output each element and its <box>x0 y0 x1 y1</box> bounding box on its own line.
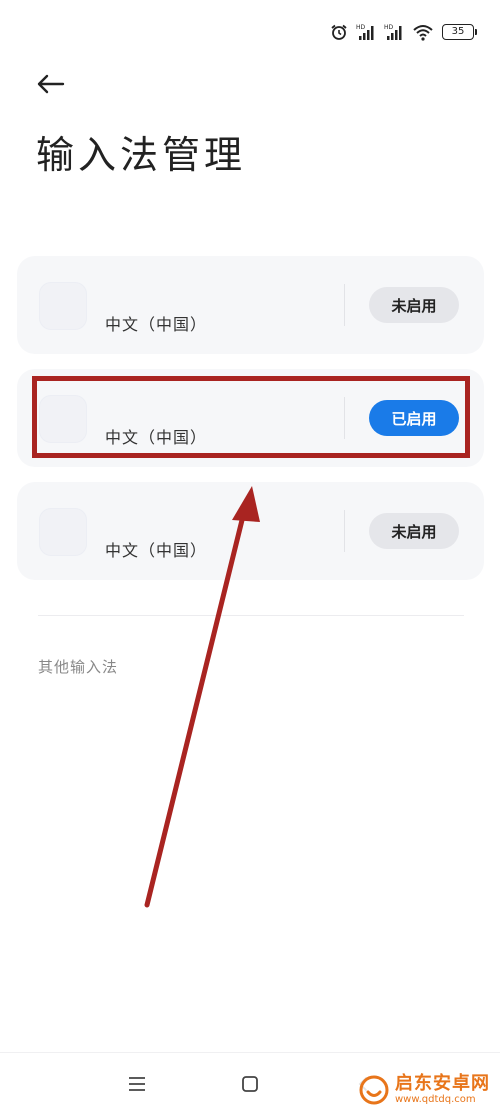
hd-signal-icon: HD <box>356 24 374 40</box>
input-method-card-3[interactable]: 中文（中国） 未启用 <box>17 482 484 580</box>
enable-toggle-button[interactable]: 未启用 <box>369 513 459 549</box>
other-input-methods-label: 其他输入法 <box>38 658 119 676</box>
divider <box>344 284 345 326</box>
input-method-locale: 中文（中国） <box>105 315 208 334</box>
watermark-logo-icon <box>359 1075 389 1105</box>
arrow-left-icon <box>37 74 65 94</box>
battery-icon: 35 <box>442 24 477 40</box>
home-icon <box>242 1076 258 1092</box>
battery-level: 35 <box>451 26 465 37</box>
watermark-url: www.qdtdq.com <box>395 1094 476 1105</box>
input-method-locale: 中文（中国） <box>105 541 208 560</box>
alarm-icon <box>331 24 347 40</box>
divider <box>344 397 345 439</box>
page-title: 输入法管理 <box>36 133 247 177</box>
enable-toggle-button[interactable]: 已启用 <box>369 400 459 436</box>
menu-button[interactable] <box>122 1071 152 1097</box>
watermark: 启东安卓网 www.qdtdq.com <box>355 1072 494 1107</box>
svg-text:HD: HD <box>384 24 394 31</box>
menu-icon <box>129 1077 145 1091</box>
back-button[interactable] <box>30 66 70 102</box>
wifi-icon <box>413 25 433 41</box>
hd-signal-icon: HD <box>384 24 402 40</box>
input-method-card-2[interactable]: 中文（中国） 已启用 <box>17 369 484 467</box>
divider <box>344 510 345 552</box>
section-divider <box>38 615 464 616</box>
enable-toggle-button[interactable]: 未启用 <box>369 287 459 323</box>
input-method-locale: 中文（中国） <box>105 428 208 447</box>
app-icon <box>39 508 87 556</box>
input-method-card-1[interactable]: 中文（中国） 未启用 <box>17 256 484 354</box>
status-bar: HD HD 35 <box>328 18 477 46</box>
watermark-title: 启东安卓网 <box>395 1073 490 1095</box>
svg-text:HD: HD <box>356 24 366 31</box>
app-icon <box>39 395 87 443</box>
app-icon <box>39 282 87 330</box>
home-button[interactable] <box>235 1071 265 1097</box>
